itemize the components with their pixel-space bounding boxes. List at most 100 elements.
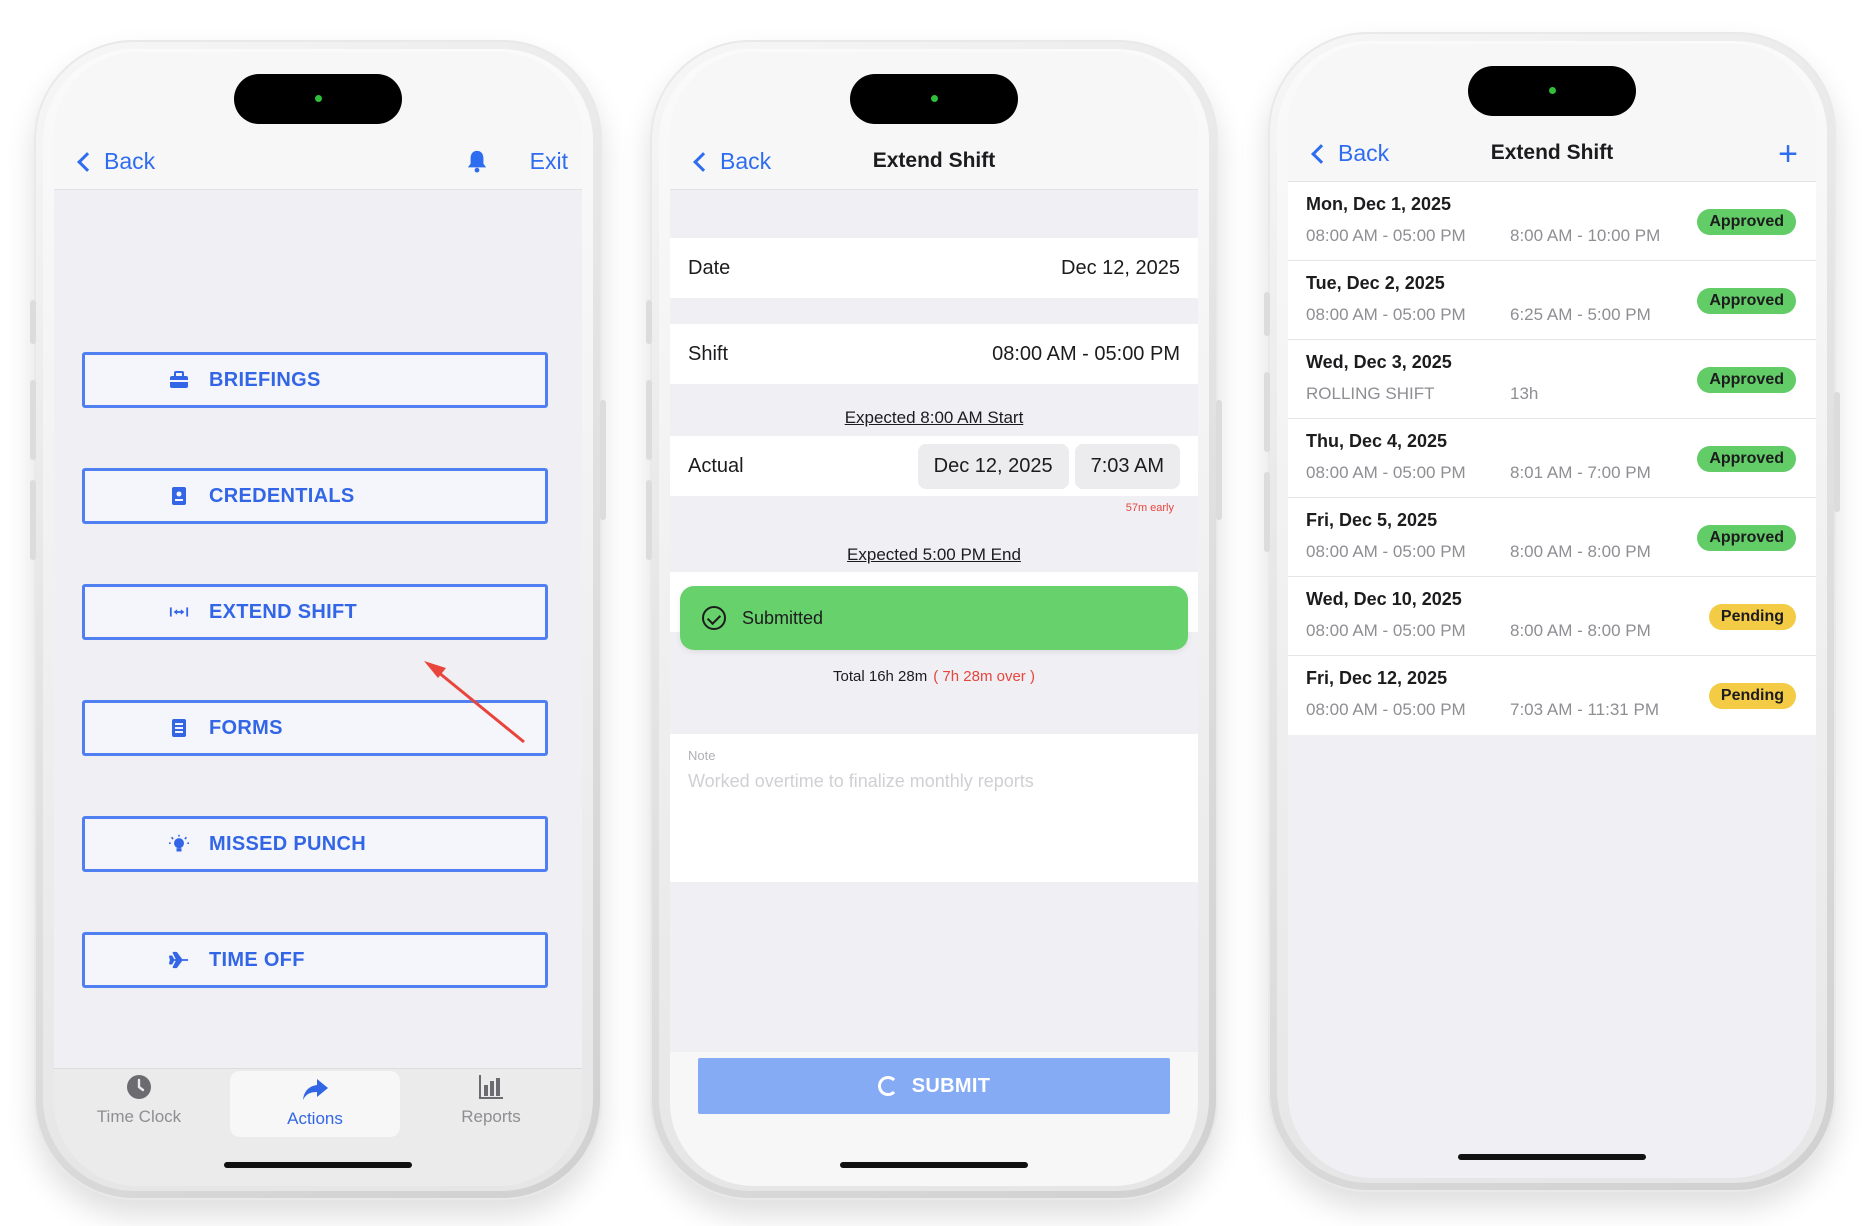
phone-side-button [30,480,36,560]
actual-time-picker[interactable]: 7:03 AM [1074,443,1180,489]
stage: Back Exit BRIEFINGS CREDENTIALS EXTEND S… [0,0,1864,1226]
briefcase-icon [169,370,189,390]
phone-side-button [1834,392,1840,512]
tab-label: Time Clock [96,1107,182,1126]
back-button[interactable]: Back [76,148,155,175]
submit-button[interactable]: SUBMIT [698,1058,1170,1114]
phone-side-button [600,400,606,520]
lightbulb-icon [169,834,189,854]
early-note: 57m early [1125,502,1174,514]
date-value: Dec 12, 2025 [1061,256,1180,279]
briefings-button[interactable]: BRIEFINGS [82,352,548,408]
status-badge: Approved [1697,446,1796,472]
shift-label: Shift [688,342,729,365]
phone-side-button [1264,372,1270,452]
page-title: Extend Shift [1490,141,1614,164]
credentials-button[interactable]: CREDENTIALS [82,468,548,524]
tab-actions[interactable]: Actions [230,1071,400,1137]
home-indicator [840,1162,1028,1168]
phone-side-button [646,300,652,344]
entry-actual: 8:00 AM - 10:00 PM [1510,226,1661,245]
page-title: Extend Shift [872,149,996,172]
dynamic-island [1468,66,1636,116]
list-item[interactable]: Thu, Dec 4, 2025 08:00 AM - 05:00 PM 8:01 … [1288,419,1816,498]
screen-extend-list: Back Extend Shift + Mon, Dec 1, 2025 08:0… [1288,44,1816,1178]
phone-side-button [30,380,36,460]
phone-extend-form: Back Extend Shift Date Dec 12, 2025 Shif… [646,40,1222,1200]
bell-icon[interactable] [466,149,488,173]
tab-bar: Time Clock Actions Reports [54,1068,582,1186]
tab-label: Reports [461,1107,521,1126]
shift-row[interactable]: Shift 08:00 AM - 05:00 PM [670,324,1198,384]
list-item[interactable]: Tue, Dec 2, 2025 08:00 AM - 05:00 PM 6:25 … [1288,261,1816,340]
total-summary: Total 16h 28m ( 7h 28m over ) [670,668,1198,685]
list-item[interactable]: Mon, Dec 1, 2025 08:00 AM - 05:00 PM 8:00 … [1288,182,1816,261]
screen-extend-form: Back Extend Shift Date Dec 12, 2025 Shif… [670,52,1198,1186]
dynamic-island [234,74,402,124]
home-indicator [224,1162,412,1168]
airplane-icon [169,950,189,970]
form-list-icon [169,718,189,738]
clock-icon [127,1075,151,1099]
note-placeholder: Worked overtime to finalize monthly repo… [688,771,1034,791]
submitted-toast[interactable]: Submitted [680,586,1188,650]
date-row[interactable]: Date Dec 12, 2025 [670,238,1198,298]
entry-scheduled: 08:00 AM - 05:00 PM [1306,463,1466,482]
date-label: Date [688,256,731,279]
entry-actual: 13h [1510,384,1539,403]
phone-side-button [1264,292,1270,336]
extend-shift-label: EXTEND SHIFT [209,600,358,623]
submit-label: SUBMIT [911,1074,991,1097]
tab-reports[interactable]: Reports [406,1069,576,1131]
check-circle-icon [702,606,726,630]
phone-side-button [1216,400,1222,520]
shift-request-list: Mon, Dec 1, 2025 08:00 AM - 05:00 PM 8:00 … [1288,182,1816,735]
missed-punch-button[interactable]: MISSED PUNCH [82,816,548,872]
forms-button[interactable]: FORMS [82,700,548,756]
dynamic-island [850,74,1018,124]
actual-label: Actual [688,454,744,477]
chevron-left-icon [77,151,97,172]
note-label: Note [688,748,716,763]
phone-side-button [30,300,36,344]
screen-actions: Back Exit BRIEFINGS CREDENTIALS EXTEND S… [54,52,582,1186]
status-badge: Approved [1697,209,1796,235]
entry-actual: 8:00 AM - 8:00 PM [1510,621,1651,640]
extend-arrows-icon [169,602,189,622]
id-badge-icon [169,486,189,506]
entry-scheduled: 08:00 AM - 05:00 PM [1306,542,1466,561]
list-item[interactable]: Wed, Dec 10, 2025 08:00 AM - 05:00 PM 8:00… [1288,577,1816,656]
entry-scheduled: 08:00 AM - 05:00 PM [1306,226,1466,245]
extend-shift-button[interactable]: EXTEND SHIFT [82,584,548,640]
shift-value: 08:00 AM - 05:00 PM [992,342,1180,365]
time-off-label: TIME OFF [209,948,305,971]
entry-scheduled: ROLLING SHIFT [1306,384,1435,403]
expected-end-heading: Expected 5:00 PM End [847,545,1021,564]
missed-punch-label: MISSED PUNCH [209,832,366,855]
entry-scheduled: 08:00 AM - 05:00 PM [1306,621,1466,640]
list-item[interactable]: Fri, Dec 12, 2025 08:00 AM - 05:00 PM 7:03… [1288,656,1816,735]
over-text: ( 7h 28m over ) [933,668,1035,685]
list-item[interactable]: Wed, Dec 3, 2025 ROLLING SHIFT 13h Approved [1288,340,1816,419]
phone-side-button [1264,472,1270,552]
total-text: Total 16h 28m [833,668,928,685]
entry-actual: 7:03 AM - 11:31 PM [1510,700,1659,719]
phone-side-button [646,480,652,560]
status-badge: Approved [1697,367,1796,393]
forms-label: FORMS [209,716,283,739]
back-label: Back [104,148,156,174]
tab-time-clock[interactable]: Time Clock [54,1069,224,1131]
entry-actual: 6:25 AM - 5:00 PM [1510,305,1651,324]
add-button[interactable]: + [1778,137,1798,171]
time-off-button[interactable]: TIME OFF [82,932,548,988]
actual-date-picker[interactable]: Dec 12, 2025 [917,443,1069,489]
exit-button[interactable]: Exit [530,148,568,175]
note-field[interactable]: Note Worked overtime to finalize monthly… [670,734,1198,882]
status-badge: Approved [1697,525,1796,551]
toast-text: Submitted [742,607,824,628]
status-badge: Pending [1708,683,1796,709]
share-arrow-icon [303,1079,328,1100]
list-item[interactable]: Fri, Dec 5, 2025 08:00 AM - 05:00 PM 8:00 … [1288,498,1816,577]
entry-scheduled: 08:00 AM - 05:00 PM [1306,700,1466,719]
status-badge: Pending [1708,604,1796,630]
